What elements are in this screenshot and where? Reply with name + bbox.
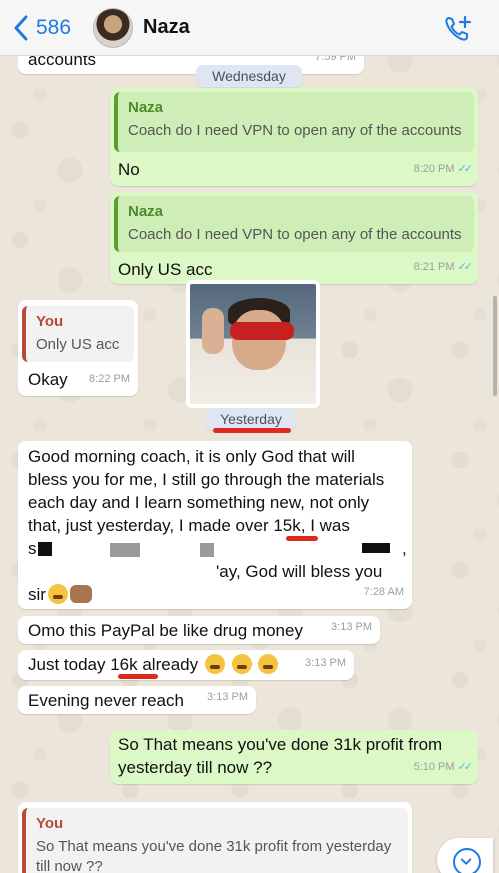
quote-author: You [36,313,64,330]
message-text: Only US acc [118,260,213,279]
double-check-icon: ✓✓ [457,163,474,175]
date-separator: Wednesday [196,65,302,87]
message-fragment: 'ay, God will bless you [216,562,383,581]
quote-author: Naza [128,99,164,116]
message-text: Omo this PayPal be like drug money [28,621,303,640]
redaction-block [38,542,52,556]
avatar[interactable] [93,7,134,48]
quote-text: Coach do I need VPN to open any of the a… [128,226,462,243]
message-line: that, just yesterday, I made over 15k, I… [28,516,350,535]
quote-text: till now ?? [36,858,103,873]
highlight-mark [213,428,291,433]
message-text: Okay [28,370,68,389]
sticker-hand [202,308,224,354]
message-bubble[interactable]: So That means you've done 31k profit fro… [110,730,478,784]
weary-face-icon [231,654,252,674]
message-text: Evening never reach [28,691,184,710]
time-label: 8:20 PM [413,163,455,175]
double-check-icon: ✓✓ [457,261,474,273]
unread-count[interactable]: 586 [36,16,71,40]
quote-text: Only US acc [36,336,120,353]
quoted-message[interactable]: Naza Coach do I need VPN to open any of … [114,196,474,252]
weary-face-icon [258,654,279,674]
time-label: 8:21 PM [413,261,455,273]
quoted-message[interactable]: You So That means you've done 31k profit… [22,808,408,873]
message-bubble[interactable]: Omo this PayPal be like drug money 3:13 … [18,616,380,644]
date-separator: Yesterday [206,408,296,430]
message-bubble[interactable]: Just today 16k already 3:13 PM [18,650,354,680]
chevron-down-icon [453,848,481,873]
message-line: 'ay, God will bless you [28,560,402,583]
sticker-face [232,310,286,370]
highlight-mark [118,674,158,679]
quoted-message[interactable]: You Only US acc [22,306,134,362]
contact-name[interactable]: Naza [143,16,190,39]
message-time: 8:20 PM ✓✓ [413,158,474,181]
quote-text: So That means you've done 31k profit fro… [36,838,392,855]
weary-face-icon [204,654,225,674]
message-fragment: , [402,539,407,558]
message-bubble[interactable]: Evening never reach 3:13 PM [18,686,256,714]
sticker-image[interactable] [186,280,320,408]
redaction-block [362,543,390,553]
message-bubble[interactable]: You So That means you've done 31k profit… [18,802,412,873]
message-bubble[interactable]: Good morning coach, it is only God that … [18,441,412,609]
message-bubble[interactable]: Naza Coach do I need VPN to open any of … [110,88,478,186]
scrollbar[interactable] [493,296,497,396]
quote-author: Naza [128,203,164,220]
message-fragment: sir [28,585,46,604]
message-line: each day and I learn something new, not … [28,493,370,512]
double-check-icon: ✓✓ [457,761,474,773]
message-time: 3:13 PM [331,621,372,633]
message-fragment: Just today 16k already [28,655,199,674]
quote-author: You [36,815,64,832]
folded-hands-icon [69,585,92,603]
message-time: 3:13 PM [207,691,248,703]
back-button[interactable]: 586 [12,15,71,41]
highlight-mark [286,536,318,541]
message-line: s , [28,537,407,560]
message-time: 5:10 PM ✓✓ [413,756,474,779]
message-text: Just today 16k already [28,653,279,676]
message-text: No [118,160,140,179]
chevron-left-icon [14,15,28,40]
sticker-sunglasses [230,322,294,340]
redaction-block [200,543,214,557]
message-bubble[interactable]: Naza Coach do I need VPN to open any of … [110,192,478,284]
message-line: sir [28,583,402,606]
weary-face-icon [47,584,68,604]
message-time: 8:22 PM [89,373,130,385]
message-fragment: s [28,539,37,558]
quoted-message[interactable]: Naza Coach do I need VPN to open any of … [114,92,474,152]
message-line: Good morning coach, it is only God that … [28,447,355,466]
message-line: bless you for me, I still go through the… [28,470,385,489]
time-label: 5:10 PM [413,761,455,773]
redaction-block [110,543,140,557]
add-call-icon[interactable] [443,14,473,44]
quote-text: Coach do I need VPN to open any of the a… [128,122,462,139]
message-time: 3:13 PM [305,657,346,669]
scroll-to-bottom-button[interactable] [437,838,493,873]
message-bubble[interactable]: You Only US acc Okay 8:22 PM [18,300,138,396]
message-line: So That means you've done 31k profit fro… [118,735,443,754]
message-time: 7:28 AM [363,586,404,598]
message-time: 8:21 PM ✓✓ [413,256,474,279]
chat-header: 586 Naza [0,0,499,56]
